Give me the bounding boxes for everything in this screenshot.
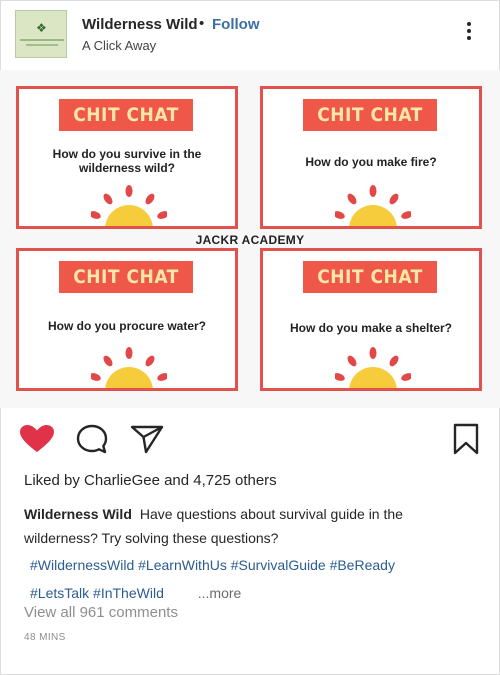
caption-text: wilderness? Try solving these questions? (24, 530, 279, 546)
post-header: ❖ Wilderness Wild • Follow A Click Away (0, 0, 500, 68)
location-subtitle[interactable]: A Click Away (82, 38, 156, 53)
likes-prefix: Liked by (24, 472, 80, 489)
post-image[interactable]: CHIT CHAT How do you survive in the wild… (0, 70, 500, 408)
sun-icon (91, 185, 167, 226)
hashtag-list: #WildernessWild #LearnWithUs #SurvivalGu… (30, 551, 480, 607)
chit-chat-card: CHIT CHAT How do you procure water? (16, 248, 238, 391)
view-all-comments-link[interactable]: View all 961 comments (24, 604, 178, 621)
avatar[interactable]: ❖ (15, 10, 67, 58)
chit-chat-card: CHIT CHAT How do you make a shelter? (260, 248, 482, 391)
more-options-icon[interactable] (463, 22, 475, 46)
username[interactable]: Wilderness Wild (82, 16, 198, 33)
chit-chat-card: CHIT CHAT How do you survive in the wild… (16, 86, 238, 229)
card-tag: CHIT CHAT (59, 261, 193, 293)
card-question: How do you make fire? (305, 155, 437, 169)
card-tag: CHIT CHAT (303, 261, 437, 293)
chit-chat-card: CHIT CHAT How do you make fire? (260, 86, 482, 229)
sun-icon (91, 347, 167, 388)
leaf-logo-icon: ❖ (36, 21, 47, 35)
likes-count[interactable]: and 4,725 others (164, 472, 277, 489)
likes-summary: Liked by CharlieGee and 4,725 others (24, 472, 277, 489)
sun-icon (335, 185, 411, 226)
sun-icon (335, 347, 411, 388)
more-link[interactable]: ...more (198, 585, 242, 601)
hashtag[interactable]: #SurvivalGuide (231, 557, 326, 573)
comment-icon[interactable] (76, 424, 108, 454)
heart-icon[interactable] (19, 424, 55, 454)
hashtag[interactable]: #WildernessWild (30, 557, 134, 573)
hashtag[interactable]: #InTheWild (93, 585, 164, 601)
liked-by-user[interactable]: CharlieGee (84, 472, 160, 489)
card-question: How do you procure water? (47, 319, 206, 333)
hashtag[interactable]: #LearnWithUs (138, 557, 227, 573)
post-timestamp: 48 MINS (24, 632, 66, 643)
logo-text-line (20, 39, 64, 41)
card-tag: CHIT CHAT (59, 99, 193, 131)
bookmark-icon[interactable] (452, 423, 480, 455)
follow-button[interactable]: Follow (212, 16, 260, 33)
card-question: How do you make a shelter? (289, 321, 453, 335)
card-tag: CHIT CHAT (303, 99, 437, 131)
action-bar (0, 420, 500, 456)
card-question: How do you survive in the wilderness wil… (52, 147, 202, 175)
hashtag[interactable]: #BeReady (330, 557, 395, 573)
logo-text-line (26, 44, 58, 46)
hashtag[interactable]: #LetsTalk (30, 585, 89, 601)
academy-label: JACKR ACADEMY (195, 233, 305, 247)
caption-text: Have questions about survival guide in t… (139, 506, 403, 522)
separator-dot: • (199, 15, 205, 32)
caption-owner[interactable]: Wilderness Wild (24, 506, 132, 522)
caption: Wilderness Wild Have questions about surv… (24, 502, 474, 550)
send-icon[interactable] (130, 424, 164, 454)
